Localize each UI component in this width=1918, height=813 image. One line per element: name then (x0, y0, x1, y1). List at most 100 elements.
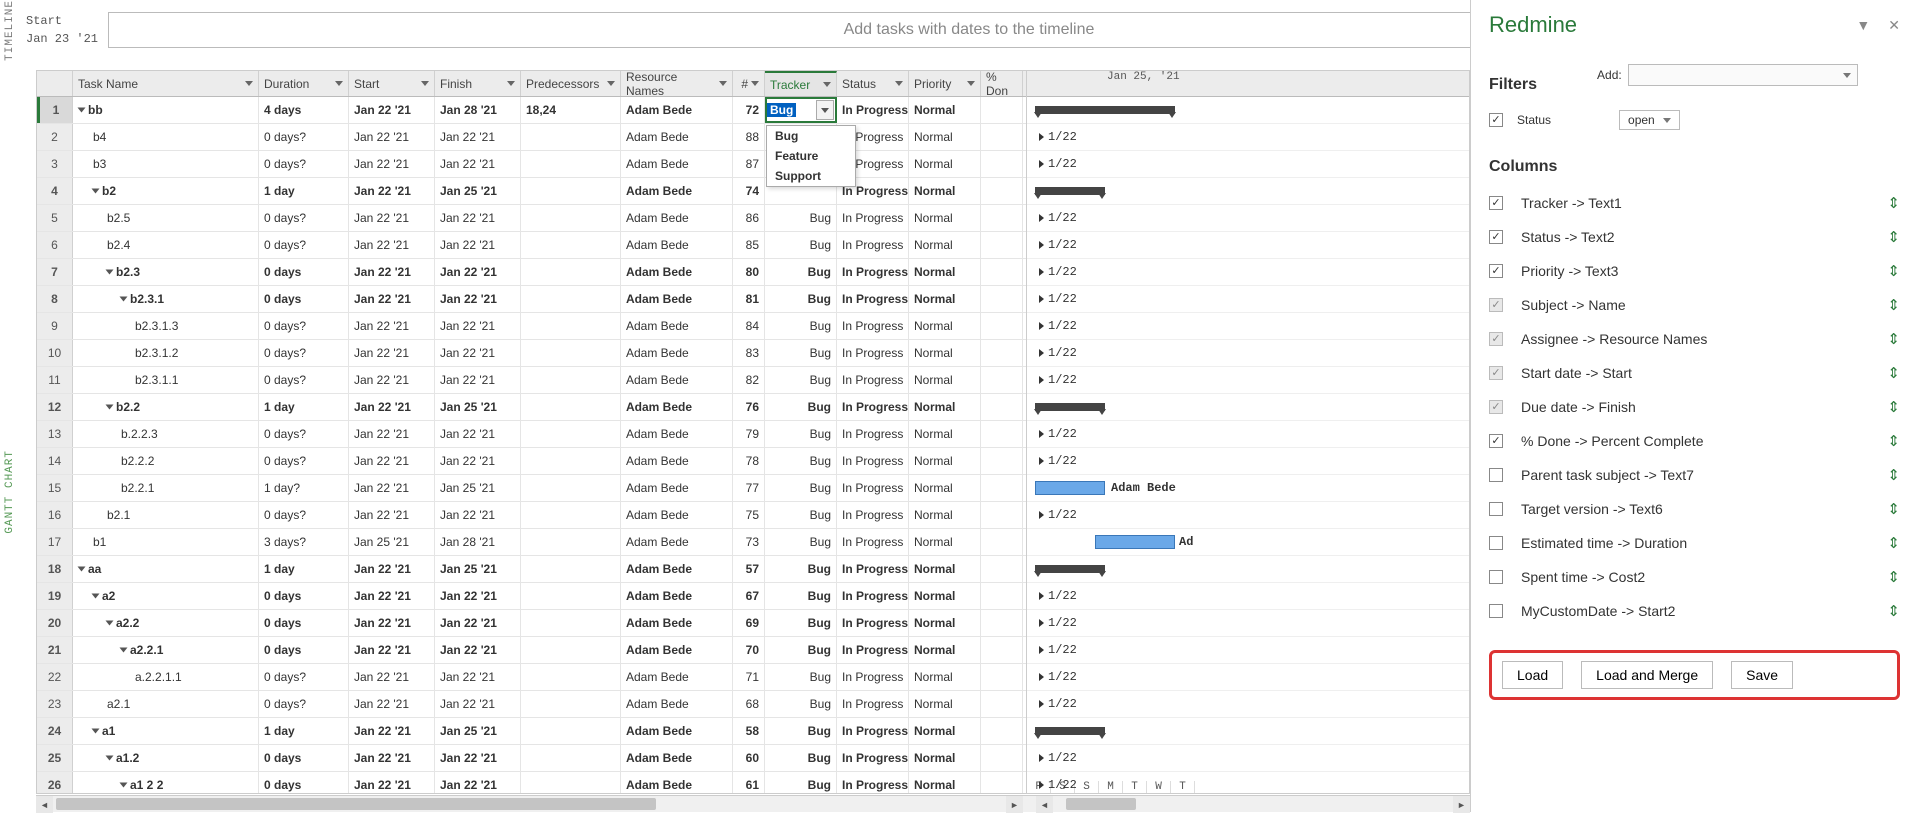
duration-cell[interactable]: 0 days (259, 745, 349, 771)
priority-cell[interactable]: Normal (909, 286, 981, 312)
finish-cell[interactable]: Jan 22 '21 (435, 745, 521, 771)
table-row[interactable]: 6b2.40 days?Jan 22 '21Jan 22 '21Adam Bed… (37, 232, 1026, 259)
status-cell[interactable]: In Progress (837, 664, 909, 690)
duration-cell[interactable]: 0 days? (259, 151, 349, 177)
task-name-cell[interactable]: a1.2 (73, 745, 259, 771)
row-number[interactable]: 23 (37, 691, 73, 717)
task-name-cell[interactable]: b2.4 (73, 232, 259, 258)
header-duration[interactable]: Duration (259, 71, 349, 96)
resource-cell[interactable]: Adam Bede (621, 97, 733, 123)
resource-cell[interactable]: Adam Bede (621, 340, 733, 366)
drag-handle-icon[interactable]: ⇕ (1887, 602, 1900, 620)
task-name-cell[interactable]: b2 (73, 178, 259, 204)
expand-caret-icon[interactable] (106, 405, 114, 410)
resource-cell[interactable]: Adam Bede (621, 772, 733, 793)
pct-cell[interactable] (981, 475, 1023, 501)
chevron-down-icon[interactable] (507, 81, 515, 86)
row-number[interactable]: 20 (37, 610, 73, 636)
predecessors-cell[interactable] (521, 637, 621, 663)
pct-cell[interactable] (981, 610, 1023, 636)
header-rownum[interactable] (37, 71, 73, 96)
predecessors-cell[interactable] (521, 313, 621, 339)
row-number[interactable]: 17 (37, 529, 73, 555)
priority-cell[interactable]: Normal (909, 718, 981, 744)
table-row[interactable]: 21a2.2.10 daysJan 22 '21Jan 22 '21Adam B… (37, 637, 1026, 664)
number-cell[interactable]: 86 (733, 205, 765, 231)
start-cell[interactable]: Jan 22 '21 (349, 286, 435, 312)
resource-cell[interactable]: Adam Bede (621, 286, 733, 312)
header-task-name[interactable]: Task Name (73, 71, 259, 96)
finish-cell[interactable]: Jan 22 '21 (435, 664, 521, 690)
table-row[interactable]: 17b13 days?Jan 25 '21Jan 28 '21Adam Bede… (37, 529, 1026, 556)
start-cell[interactable]: Jan 22 '21 (349, 691, 435, 717)
tracker-cell[interactable]: Bug (765, 259, 837, 285)
number-cell[interactable]: 83 (733, 340, 765, 366)
status-cell[interactable]: In Progress (837, 286, 909, 312)
header-status[interactable]: Status (837, 71, 909, 96)
status-cell[interactable]: In Progress (837, 340, 909, 366)
header-resource-names[interactable]: Resource Names (621, 71, 733, 96)
priority-cell[interactable]: Normal (909, 529, 981, 555)
finish-cell[interactable]: Jan 22 '21 (435, 340, 521, 366)
row-number[interactable]: 12 (37, 394, 73, 420)
predecessors-cell[interactable] (521, 610, 621, 636)
predecessors-cell[interactable] (521, 502, 621, 528)
pct-cell[interactable] (981, 151, 1023, 177)
priority-cell[interactable]: Normal (909, 637, 981, 663)
expand-caret-icon[interactable] (120, 783, 128, 788)
resource-cell[interactable]: Adam Bede (621, 691, 733, 717)
table-row[interactable]: 25a1.20 daysJan 22 '21Jan 22 '21Adam Bed… (37, 745, 1026, 772)
resource-cell[interactable]: Adam Bede (621, 718, 733, 744)
tracker-cell[interactable]: Bug (765, 610, 837, 636)
task-name-cell[interactable]: b2.3.1 (73, 286, 259, 312)
drag-handle-icon[interactable]: ⇕ (1887, 330, 1900, 348)
pct-cell[interactable] (981, 313, 1023, 339)
table-row[interactable]: 18aa1 dayJan 22 '21Jan 25 '21Adam Bede57… (37, 556, 1026, 583)
status-cell[interactable]: In Progress (837, 205, 909, 231)
priority-cell[interactable]: Normal (909, 610, 981, 636)
row-number[interactable]: 15 (37, 475, 73, 501)
start-cell[interactable]: Jan 22 '21 (349, 475, 435, 501)
resource-cell[interactable]: Adam Bede (621, 313, 733, 339)
header-start[interactable]: Start (349, 71, 435, 96)
tracker-cell[interactable]: Bug (765, 556, 837, 582)
pct-cell[interactable] (981, 718, 1023, 744)
header-predecessors[interactable]: Predecessors (521, 71, 621, 96)
row-number[interactable]: 5 (37, 205, 73, 231)
start-cell[interactable]: Jan 22 '21 (349, 367, 435, 393)
task-name-cell[interactable]: b2.3 (73, 259, 259, 285)
task-name-cell[interactable]: b2.5 (73, 205, 259, 231)
predecessors-cell[interactable] (521, 151, 621, 177)
duration-cell[interactable]: 0 days (259, 772, 349, 793)
predecessors-cell[interactable] (521, 448, 621, 474)
status-cell[interactable]: In Progress (837, 556, 909, 582)
start-cell[interactable]: Jan 22 '21 (349, 394, 435, 420)
row-number[interactable]: 18 (37, 556, 73, 582)
priority-cell[interactable]: Normal (909, 367, 981, 393)
task-name-cell[interactable]: b3 (73, 151, 259, 177)
predecessors-cell[interactable] (521, 286, 621, 312)
gantt-summary-bar[interactable] (1035, 187, 1105, 195)
tracker-cell[interactable]: Bug (765, 718, 837, 744)
start-cell[interactable]: Jan 22 '21 (349, 205, 435, 231)
tracker-cell[interactable]: Bug (765, 340, 837, 366)
status-cell[interactable]: In Progress (837, 448, 909, 474)
duration-cell[interactable]: 0 days? (259, 664, 349, 690)
number-cell[interactable]: 61 (733, 772, 765, 793)
priority-cell[interactable]: Normal (909, 124, 981, 150)
table-row[interactable]: 26a1 2 20 daysJan 22 '21Jan 22 '21Adam B… (37, 772, 1026, 793)
duration-cell[interactable]: 0 days? (259, 313, 349, 339)
pct-cell[interactable] (981, 502, 1023, 528)
finish-cell[interactable]: Jan 22 '21 (435, 313, 521, 339)
expand-caret-icon[interactable] (92, 729, 100, 734)
resource-cell[interactable]: Adam Bede (621, 556, 733, 582)
pct-cell[interactable] (981, 205, 1023, 231)
task-name-cell[interactable]: a2.2.1 (73, 637, 259, 663)
gantt-summary-bar[interactable] (1035, 727, 1105, 735)
predecessors-cell[interactable] (521, 367, 621, 393)
task-name-cell[interactable]: aa (73, 556, 259, 582)
duration-cell[interactable]: 0 days? (259, 502, 349, 528)
resource-cell[interactable]: Adam Bede (621, 232, 733, 258)
start-cell[interactable]: Jan 22 '21 (349, 637, 435, 663)
number-cell[interactable]: 69 (733, 610, 765, 636)
